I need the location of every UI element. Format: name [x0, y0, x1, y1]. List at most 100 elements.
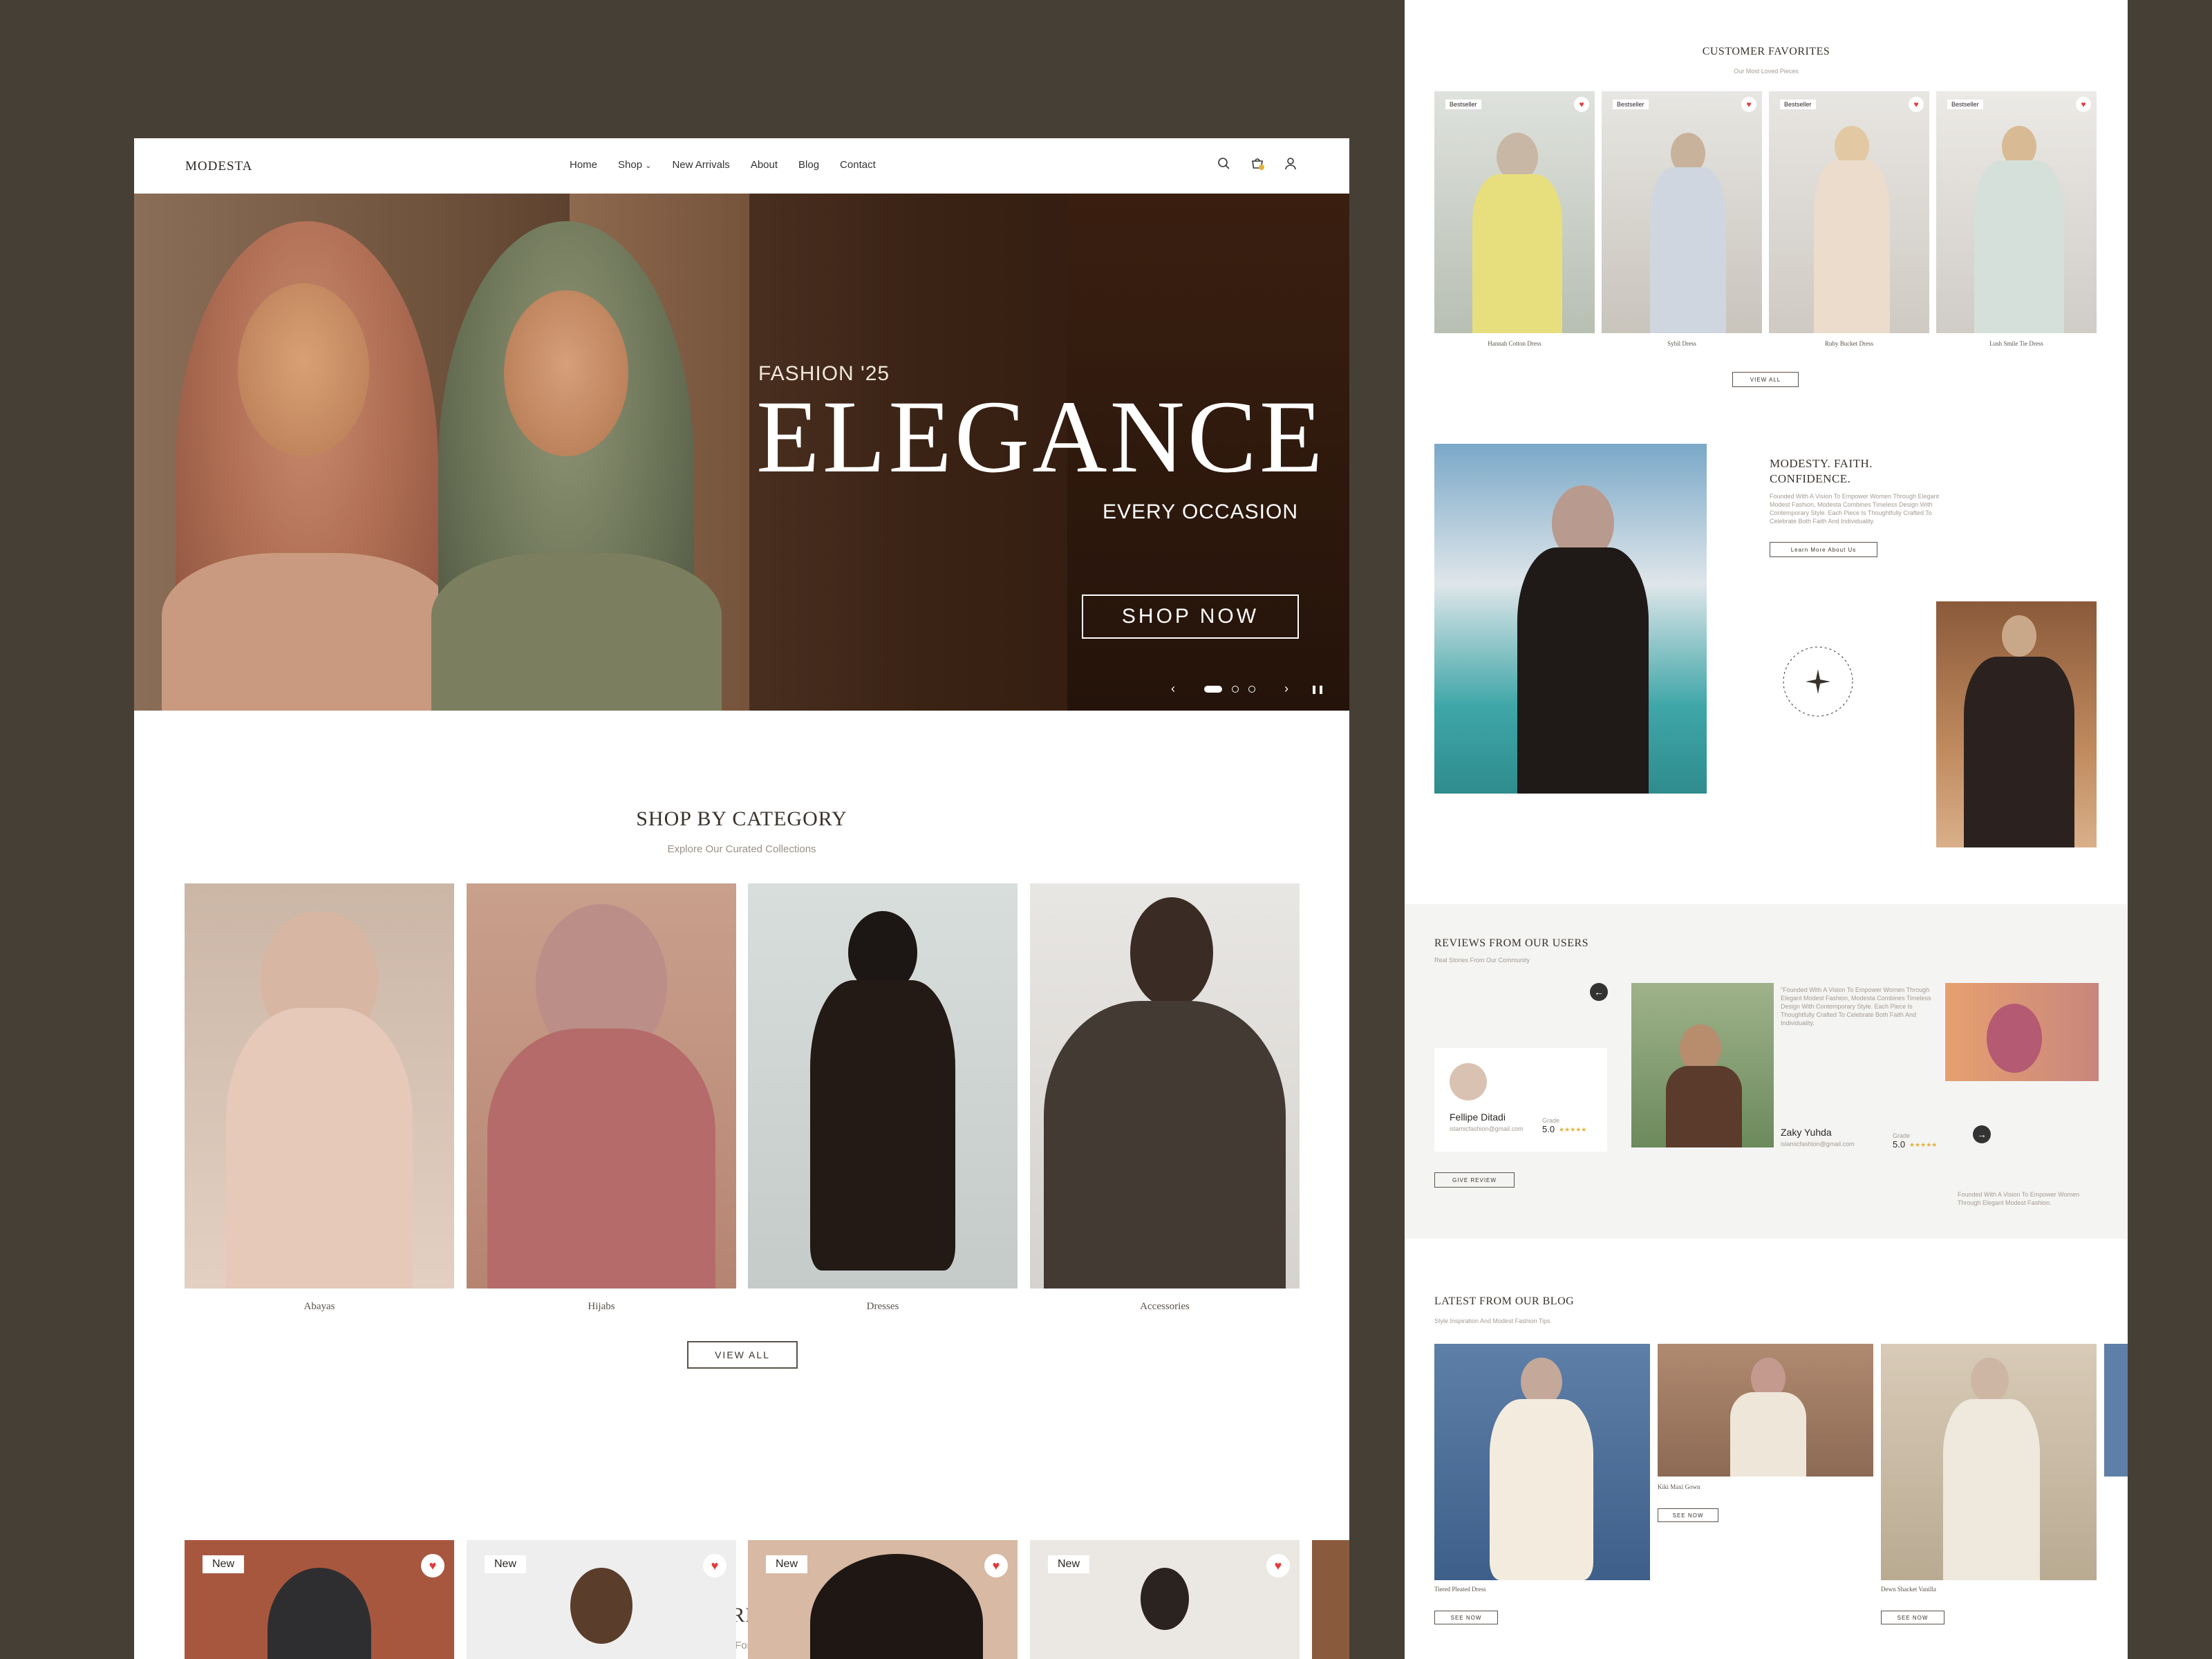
- category-card-dresses[interactable]: [748, 883, 1018, 1288]
- reviews-footer-line-1: Founded With A Vision To Empower Women: [1958, 1191, 2080, 1198]
- heart-icon[interactable]: ♥: [421, 1554, 444, 1577]
- blog-see-now-button-2[interactable]: SEE NOW: [1658, 1508, 1718, 1522]
- seal-star-icon: [1783, 646, 1853, 717]
- heart-icon[interactable]: ♥: [984, 1554, 1008, 1577]
- blog-name-3[interactable]: Dewn Shacket Vanilla: [1881, 1586, 1936, 1593]
- nav-home-link[interactable]: Home: [570, 159, 597, 171]
- chevron-left-icon[interactable]: ‹: [1171, 682, 1175, 696]
- blog-card-1[interactable]: [1434, 1344, 1650, 1580]
- favorite-name-4[interactable]: Lush Smile Tie Dress: [1936, 340, 2097, 347]
- reviews-section: REVIEWS FROM OUR USERS Real Stories From…: [1405, 904, 2128, 1239]
- grade-label: Grade: [1542, 1117, 1560, 1124]
- hero-tagline: EVERY OCCASION: [1103, 500, 1298, 523]
- grade-value: 5.0: [1542, 1124, 1555, 1134]
- category-card-abayas[interactable]: [185, 883, 454, 1288]
- blog-card-2[interactable]: [1658, 1344, 1873, 1477]
- blog-name-2[interactable]: Kiki Maxi Gown: [1658, 1483, 1700, 1490]
- chevron-down-icon: ⌄: [645, 162, 652, 170]
- new-badge: New: [485, 1555, 527, 1573]
- about-body: Founded With A Vision To Empower Women T…: [1770, 493, 1939, 525]
- carousel-dot-2[interactable]: [1232, 685, 1239, 693]
- avatar: [1450, 1063, 1487, 1100]
- favorite-card-2[interactable]: Bestseller ♥: [1602, 91, 1762, 333]
- reviews-footer-text: Founded With A Vision To Empower Women T…: [1958, 1190, 2103, 1207]
- category-label-dresses: Dresses: [866, 1301, 899, 1312]
- favorites-subtitle: Our Most Loved Pieces: [1734, 68, 1799, 75]
- bestseller-badge: Bestseller: [1613, 100, 1649, 109]
- chevron-right-icon[interactable]: ›: [1284, 682, 1288, 696]
- about-heading-line-1: MODESTY. FAITH.: [1770, 457, 1873, 470]
- reviewer-email-2: islamicfashion@gmail.com: [1781, 1141, 1855, 1147]
- bestseller-badge: Bestseller: [1947, 100, 1983, 109]
- cart-icon[interactable]: [1250, 156, 1265, 171]
- blog-see-now-button-1[interactable]: SEE NOW: [1434, 1611, 1498, 1624]
- nav-about-link[interactable]: About: [751, 159, 778, 171]
- shop-now-button[interactable]: SHOP NOW: [1082, 594, 1299, 639]
- category-section-subtitle: Explore Our Curated Collections: [667, 843, 816, 855]
- blog-card-3[interactable]: [1881, 1344, 2097, 1580]
- heart-icon[interactable]: ♥: [2076, 97, 2091, 112]
- bestseller-badge: Bestseller: [1445, 100, 1481, 109]
- favorite-name-1[interactable]: Hannah Cotton Dress: [1434, 340, 1595, 347]
- category-label-hijabs: Hijabs: [588, 1301, 615, 1312]
- new-arrival-card-5-partial[interactable]: [1312, 1540, 1349, 1659]
- favorite-card-1[interactable]: Bestseller ♥: [1434, 91, 1595, 333]
- new-arrival-card-2[interactable]: New ♥: [467, 1540, 736, 1659]
- nav-new-arrivals-link[interactable]: New Arrivals: [672, 159, 729, 171]
- brand-logo[interactable]: MODESTA: [185, 159, 252, 174]
- heart-icon[interactable]: ♥: [1574, 97, 1589, 112]
- favorite-card-4[interactable]: Bestseller ♥: [1936, 91, 2097, 333]
- heart-icon[interactable]: ♥: [1909, 97, 1924, 112]
- category-card-accessories[interactable]: [1030, 883, 1300, 1288]
- heart-icon[interactable]: ♥: [703, 1554, 727, 1577]
- pause-icon[interactable]: ❚❚: [1311, 684, 1324, 694]
- review-next-button[interactable]: →: [1973, 1125, 1991, 1143]
- bestseller-badge: Bestseller: [1780, 100, 1816, 109]
- carousel-controls: ‹ › ❚❚: [1171, 682, 1324, 696]
- nav-shop-label: Shop: [618, 159, 643, 171]
- nav-shop-link[interactable]: Shop ⌄: [618, 159, 651, 171]
- new-arrival-card-4[interactable]: New ♥: [1030, 1540, 1300, 1659]
- about-image-pool: [1434, 444, 1707, 794]
- favorites-title: CUSTOMER FAVORITES: [1702, 46, 1830, 57]
- category-card-hijabs[interactable]: [467, 883, 736, 1288]
- star-rating: ★★★★★: [1559, 1126, 1587, 1133]
- carousel-dot-1[interactable]: [1204, 685, 1222, 693]
- blog-card-4-partial[interactable]: [2104, 1344, 2128, 1477]
- favorite-name-3[interactable]: Ruby Bucket Dress: [1769, 340, 1929, 347]
- top-navbar: MODESTA Home Shop ⌄ New Arrivals About B…: [134, 138, 1349, 194]
- favorites-view-all-button[interactable]: VIEW ALL: [1732, 372, 1799, 387]
- new-badge: New: [203, 1555, 245, 1573]
- hero-banner: FASHION '25 ELEGANCE EVERY OCCASION SHOP…: [134, 194, 1349, 711]
- favorite-card-3[interactable]: Bestseller ♥: [1769, 91, 1929, 333]
- category-section-title: SHOP BY CATEGORY: [636, 807, 847, 830]
- nav-contact-link[interactable]: Contact: [840, 159, 876, 171]
- blog-see-now-button-3[interactable]: SEE NOW: [1881, 1611, 1944, 1624]
- user-icon[interactable]: [1283, 156, 1298, 171]
- category-view-all-button[interactable]: VIEW ALL: [687, 1341, 798, 1369]
- nav-blog-link[interactable]: Blog: [798, 159, 819, 171]
- about-heading: MODESTY. FAITH. CONFIDENCE.: [1770, 456, 1873, 487]
- grade-label-2: Grade: [1893, 1132, 1911, 1139]
- blog-title: LATEST FROM OUR BLOG: [1434, 1295, 1575, 1307]
- new-arrivals-row: New ♥ New ♥ New ♥ New ♥: [134, 1540, 1349, 1659]
- heart-icon[interactable]: ♥: [1266, 1554, 1290, 1577]
- reviews-footer-line-2: Through Elegant Modest Fashion.: [1958, 1199, 2052, 1206]
- hero-headline: ELEGANCE: [756, 379, 1326, 494]
- learn-more-button[interactable]: Learn More About Us: [1770, 542, 1877, 557]
- blog-name-1[interactable]: Tiered Pleated Dress: [1434, 1586, 1486, 1593]
- carousel-dot-3[interactable]: [1248, 685, 1255, 693]
- search-icon[interactable]: [1217, 156, 1232, 171]
- review-prev-button[interactable]: ←: [1590, 983, 1608, 1001]
- reviews-subtitle: Real Stories From Our Community: [1434, 957, 1530, 964]
- heart-icon[interactable]: ♥: [1741, 97, 1756, 112]
- new-arrival-card-3[interactable]: New ♥: [748, 1540, 1018, 1659]
- review-card-1: Fellipe Ditadi islamicfashion@gmail.com …: [1434, 1048, 1607, 1152]
- reviewer-email: islamicfashion@gmail.com: [1450, 1125, 1524, 1132]
- grade-value-2: 5.0: [1893, 1139, 1906, 1150]
- give-review-button[interactable]: GIVE REVIEW: [1434, 1172, 1515, 1188]
- blog-subtitle: Style Inspiration And Modest Fashion Tip…: [1434, 1318, 1550, 1324]
- about-image-desert: [1936, 601, 2097, 847]
- favorite-name-2[interactable]: Sybil Dress: [1602, 340, 1762, 347]
- new-arrival-card-1[interactable]: New ♥: [185, 1540, 454, 1659]
